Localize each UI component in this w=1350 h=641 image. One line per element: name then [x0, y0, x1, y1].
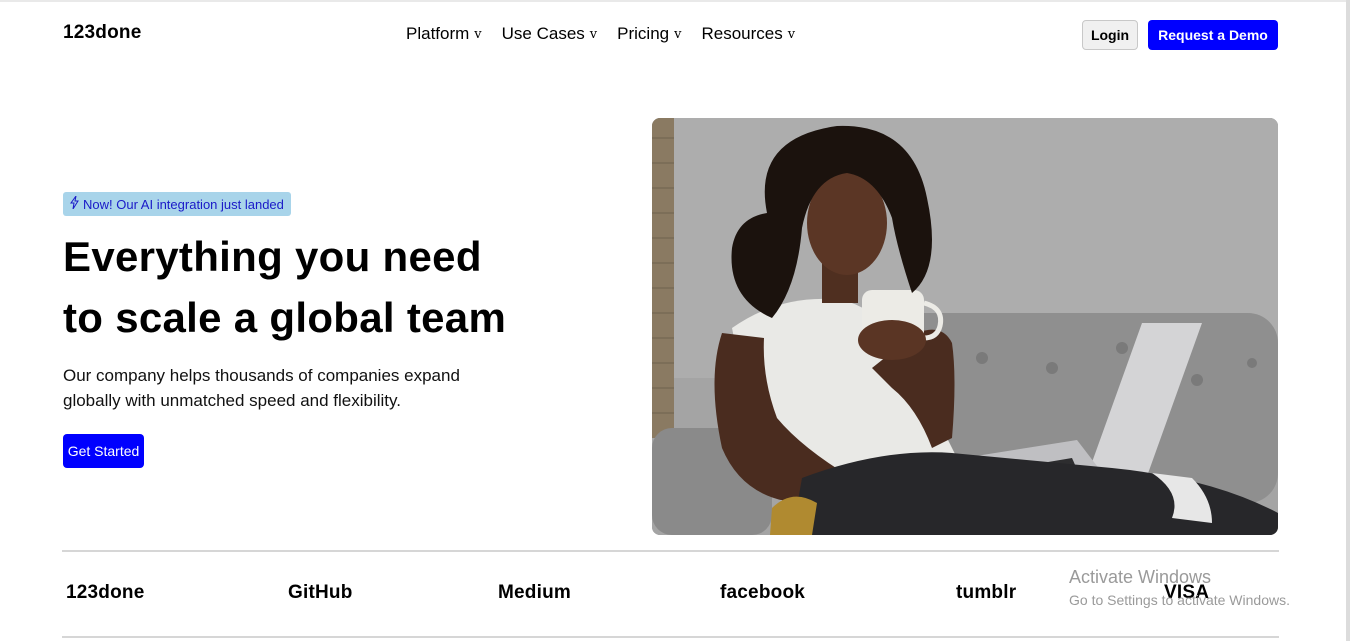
badge-text: Now! Our AI integration just landed: [83, 196, 284, 212]
chevron-down-icon: v: [474, 26, 482, 42]
logo-medium: Medium: [498, 582, 571, 603]
nav-item-label: Resources: [701, 24, 783, 43]
logo-123done: 123done: [66, 582, 145, 603]
logo-facebook: facebook: [720, 582, 806, 603]
login-button[interactable]: Login: [1082, 20, 1138, 50]
top-border: [0, 0, 1350, 2]
main-nav: Platform v Use Cases v Pricing v Resourc…: [406, 24, 795, 44]
logo-github: GitHub: [288, 582, 353, 603]
nav-item-use-cases[interactable]: Use Cases v: [502, 24, 598, 44]
brand-logo[interactable]: 123done: [63, 22, 142, 44]
nav-item-pricing[interactable]: Pricing v: [617, 24, 681, 44]
scrollbar-track[interactable]: [1346, 0, 1350, 641]
hero-headline: Everything you need to scale a global te…: [63, 226, 583, 348]
nav-item-resources[interactable]: Resources v: [701, 24, 795, 44]
nav-item-label: Platform: [406, 24, 470, 43]
lightning-bolt-icon: [70, 195, 79, 212]
nav-item-platform[interactable]: Platform v: [406, 24, 482, 44]
headline-line-1: Everything you need: [63, 233, 482, 280]
announcement-badge[interactable]: Now! Our AI integration just landed: [63, 192, 291, 216]
watermark-subtitle: Go to Settings to activate Windows.: [1069, 592, 1290, 608]
chevron-down-icon: v: [589, 26, 598, 42]
subtext-line-1: Our company helps thousands of companies…: [63, 366, 460, 385]
nav-item-label: Use Cases: [501, 24, 585, 43]
scrollbar-thumb[interactable]: [1346, 0, 1350, 641]
headline-line-2: to scale a global team: [63, 294, 507, 341]
logo-tumblr: tumblr: [956, 582, 1017, 603]
logos-divider-top: [62, 550, 1279, 552]
activate-windows-watermark: Activate Windows Go to Settings to activ…: [1069, 566, 1290, 610]
chevron-down-icon: v: [674, 26, 682, 42]
logos-divider-bottom: [62, 636, 1279, 638]
nav-item-label: Pricing: [617, 24, 670, 43]
hero-subtext: Our company helps thousands of companies…: [63, 363, 563, 413]
hero-photo: [652, 118, 1278, 535]
get-started-button[interactable]: Get Started: [63, 434, 144, 468]
chevron-down-icon: v: [787, 26, 796, 42]
subtext-line-2: globally with unmatched speed and flexib…: [63, 391, 401, 410]
request-demo-button[interactable]: Request a Demo: [1148, 20, 1278, 50]
watermark-title: Activate Windows: [1069, 567, 1212, 587]
